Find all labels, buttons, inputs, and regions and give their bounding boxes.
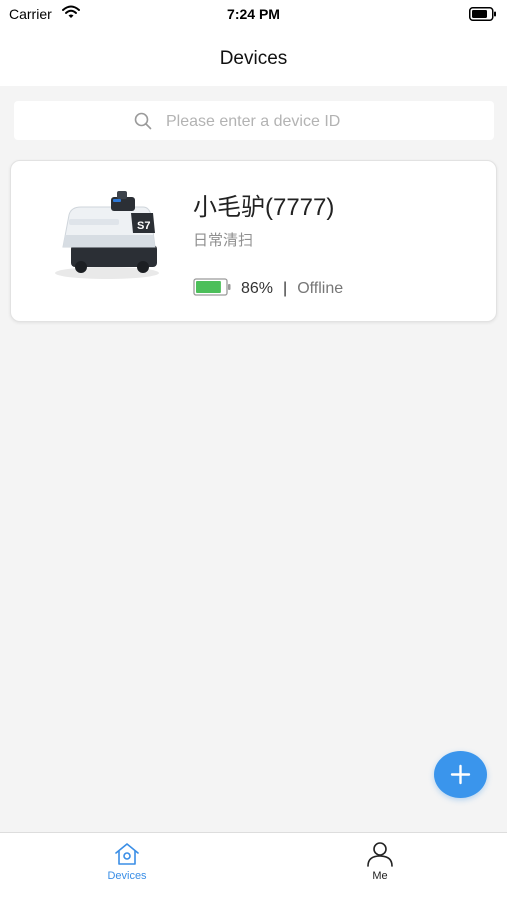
battery-icon bbox=[469, 7, 497, 26]
status-bar: Carrier 7:24 PM bbox=[0, 0, 507, 30]
svg-text:S7: S7 bbox=[137, 220, 150, 232]
tab-bar: Devices Me bbox=[0, 832, 507, 901]
search-bar[interactable] bbox=[14, 101, 494, 140]
search-input[interactable] bbox=[164, 109, 468, 135]
page-title: Devices bbox=[219, 48, 288, 69]
device-connection-status: Offline bbox=[297, 280, 344, 297]
status-separator: | bbox=[283, 280, 288, 297]
device-description: 日常清扫 bbox=[193, 232, 254, 249]
status-time: 7:24 PM bbox=[227, 6, 280, 22]
home-icon bbox=[113, 841, 141, 872]
search-icon bbox=[134, 112, 152, 135]
device-battery-icon bbox=[193, 277, 231, 301]
add-device-button[interactable] bbox=[434, 751, 487, 798]
device-card[interactable]: S7 小毛驴(7777) 日常清扫 86% | Offline bbox=[10, 160, 497, 322]
nav-bar: Devices bbox=[0, 30, 507, 86]
tab-devices[interactable]: Devices bbox=[67, 833, 187, 893]
user-icon bbox=[366, 841, 394, 872]
tab-me[interactable]: Me bbox=[320, 833, 440, 893]
tab-me-label: Me bbox=[372, 870, 388, 882]
device-name: 小毛驴(7777) bbox=[193, 194, 335, 221]
cleaning-robot-image: S7 bbox=[51, 189, 163, 281]
plus-icon bbox=[450, 764, 471, 790]
tab-devices-label: Devices bbox=[107, 870, 147, 882]
device-battery-level: 86% bbox=[241, 280, 274, 297]
device-status-row: 86% | Offline bbox=[193, 277, 344, 301]
